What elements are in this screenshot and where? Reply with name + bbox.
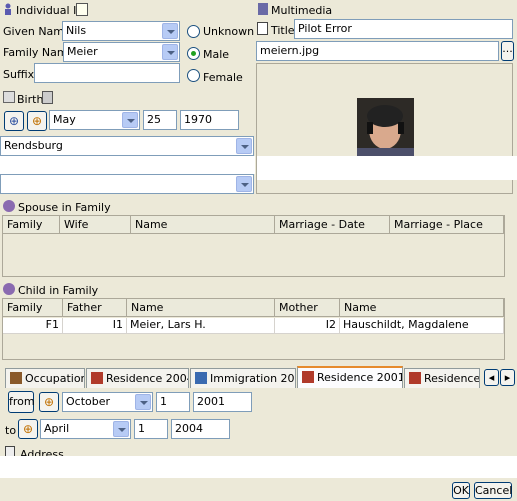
- given-name-field[interactable]: Nils: [62, 21, 180, 41]
- date-type-button[interactable]: ⊕: [4, 111, 24, 131]
- column-header[interactable]: Father: [63, 299, 127, 317]
- person-icon: [3, 3, 13, 16]
- column-header[interactable]: Marriage - Date: [275, 216, 390, 234]
- birth-month-value: May: [53, 113, 76, 126]
- tab-scroll-left-button[interactable]: ◂: [484, 369, 499, 386]
- chevron-down-icon[interactable]: [122, 112, 138, 128]
- browse-button[interactable]: ...: [501, 41, 514, 61]
- tab-residence[interactable]: Residence: [404, 368, 480, 388]
- date-calendar-button[interactable]: ⊕: [39, 392, 59, 412]
- from-day-field[interactable]: 1: [156, 392, 190, 412]
- chevron-down-icon[interactable]: [113, 421, 129, 437]
- child-table: Family Father Name Mother Name F1 I1 Mei…: [2, 298, 505, 360]
- date-calendar-button[interactable]: ⊕: [27, 111, 47, 131]
- birth-year-field[interactable]: 1970: [180, 110, 239, 130]
- media-title-field[interactable]: Pilot Error: [294, 19, 513, 39]
- column-header[interactable]: Mother: [275, 299, 340, 317]
- to-month-value: April: [44, 422, 70, 435]
- chevron-down-icon[interactable]: [236, 138, 252, 154]
- column-header[interactable]: Wife: [60, 216, 131, 234]
- column-header[interactable]: Name: [127, 299, 275, 317]
- media-file-field[interactable]: meiern.jpg: [256, 41, 499, 61]
- suffix-field[interactable]: [34, 63, 180, 83]
- house-icon: [409, 372, 421, 384]
- chevron-down-icon[interactable]: [162, 23, 178, 39]
- occluded-region: [0, 156, 255, 174]
- birth-month-select[interactable]: May: [49, 110, 140, 130]
- cell-family: F1: [3, 318, 63, 333]
- ok-button[interactable]: OK: [452, 482, 470, 499]
- sex-unknown-label: Unknown: [203, 25, 255, 38]
- page-icon: [257, 22, 268, 35]
- media-photo: [357, 98, 414, 158]
- suffix-label: Suffix: [3, 68, 35, 81]
- column-header[interactable]: Marriage - Place: [390, 216, 504, 234]
- sex-unknown-radio[interactable]: [187, 25, 200, 38]
- column-header[interactable]: Name: [131, 216, 275, 234]
- notes-icon[interactable]: [76, 3, 88, 16]
- family-name-field[interactable]: Meier: [63, 42, 180, 62]
- occluded-region: [257, 156, 517, 180]
- child-title: Child in Family: [18, 284, 99, 297]
- place-select-2[interactable]: [0, 174, 254, 194]
- column-header[interactable]: Name: [340, 299, 504, 317]
- sex-female-label: Female: [203, 71, 243, 84]
- birth-icon: [3, 91, 15, 103]
- spouse-title: Spouse in Family: [18, 201, 111, 214]
- cell-mother: I2: [275, 318, 340, 333]
- given-name-label: Given Name: [3, 25, 71, 38]
- tab-occupation[interactable]: Occupation: [5, 368, 85, 388]
- cell-father: I1: [63, 318, 127, 333]
- occluded-region: [0, 456, 517, 478]
- sex-female-radio[interactable]: [187, 69, 200, 82]
- chevron-down-icon[interactable]: [135, 394, 151, 410]
- from-month-select[interactable]: October: [62, 392, 153, 412]
- multimedia-icon: [258, 3, 268, 15]
- house-icon: [91, 372, 103, 384]
- sex-male-label: Male: [203, 48, 230, 61]
- given-name-value: Nils: [66, 24, 87, 37]
- column-header[interactable]: Family: [3, 299, 63, 317]
- media-title-label: Title: [271, 24, 295, 37]
- family-name-value: Meier: [67, 45, 98, 58]
- house-icon: [302, 371, 314, 383]
- from-button[interactable]: from: [8, 391, 35, 413]
- cell-mother-name: Hauschildt, Magdalene: [340, 318, 504, 333]
- family-icon: [3, 200, 15, 212]
- date-calendar-button[interactable]: ⊕: [18, 419, 38, 439]
- birth-place-value: Rendsburg: [4, 139, 63, 152]
- birth-day-field[interactable]: 25: [143, 110, 177, 130]
- birth-label: Birth: [17, 93, 44, 106]
- table-row[interactable]: F1 I1 Meier, Lars H. I2 Hauschildt, Magd…: [3, 318, 504, 334]
- from-month-value: October: [66, 395, 111, 408]
- from-year-field[interactable]: 2001: [193, 392, 252, 412]
- birth-place-select[interactable]: Rendsburg: [0, 136, 254, 156]
- to-year-field[interactable]: 2004: [171, 419, 230, 439]
- chevron-down-icon[interactable]: [162, 44, 178, 60]
- to-month-select[interactable]: April: [40, 419, 131, 439]
- spouse-table: Family Wife Name Marriage - Date Marriag…: [2, 215, 505, 277]
- tab-residence-2004[interactable]: Residence 2004: [86, 368, 189, 388]
- hammer-icon: [10, 372, 22, 384]
- cancel-button[interactable]: Cancel: [474, 482, 512, 499]
- to-day-field[interactable]: 1: [134, 419, 168, 439]
- ship-icon: [195, 372, 207, 384]
- tab-immigration-2004[interactable]: Immigration 2004: [190, 368, 296, 388]
- tab-residence-2001[interactable]: Residence 2001: [297, 366, 403, 388]
- to-label: to: [5, 424, 17, 437]
- sex-male-radio[interactable]: [187, 47, 200, 60]
- family-icon: [3, 283, 15, 295]
- tab-scroll-right-button[interactable]: ▸: [500, 369, 515, 386]
- cell-father-name: Meier, Lars H.: [127, 318, 275, 333]
- birth-notes-icon[interactable]: [42, 91, 53, 104]
- column-header[interactable]: Family: [3, 216, 60, 234]
- multimedia-title: Multimedia: [271, 4, 333, 17]
- chevron-down-icon[interactable]: [236, 176, 252, 192]
- individual-title: Individual I8: [16, 4, 84, 17]
